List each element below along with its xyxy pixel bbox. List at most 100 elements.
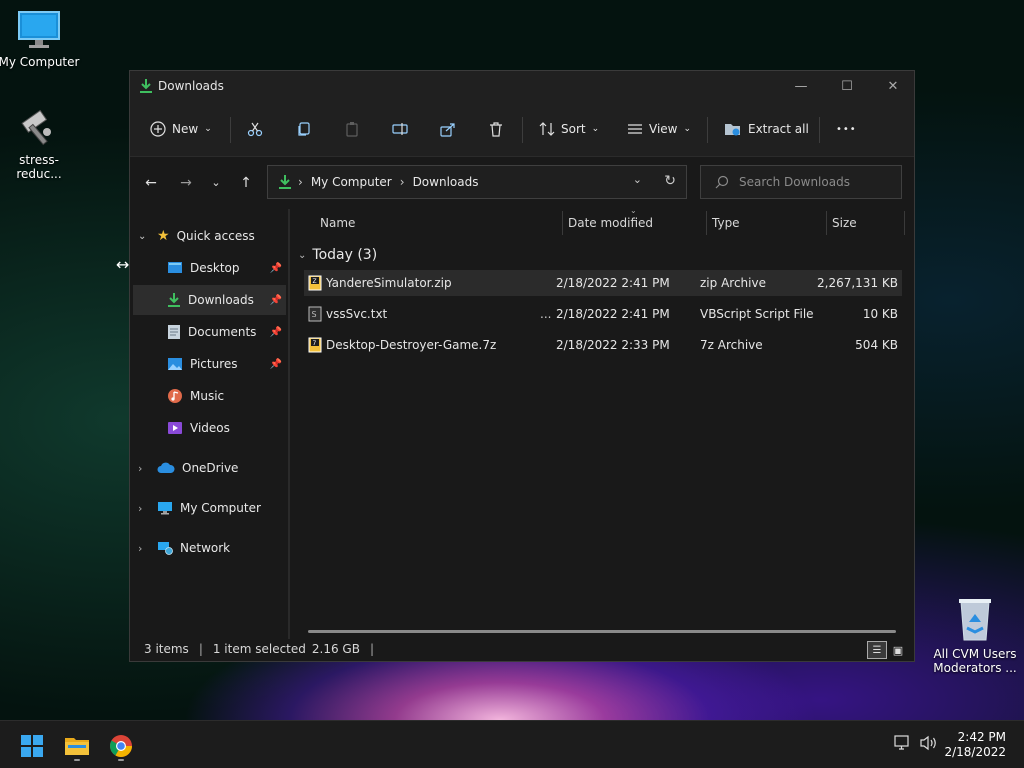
desktop-icon-stress-reducer[interactable]: stress-reduc... [0,106,81,181]
7z-file-icon: 7 [308,337,322,353]
svg-text:S: S [312,310,317,319]
file-type: VBScript Script File [700,307,814,321]
close-button[interactable]: ✕ [870,71,914,101]
nav-item-pictures[interactable]: Pictures 📌 [133,349,286,379]
copy-button[interactable] [296,114,312,144]
nav-item-label: Music [190,389,225,403]
chevron-down-icon: ⌄ [138,230,147,242]
status-bar: 3 items | 1 item selected 2.16 GB | ☰ ▣ [130,637,914,661]
clock-time: 2:42 PM [957,730,1006,744]
tiles-view-button[interactable]: ▣ [888,641,908,659]
start-button[interactable] [12,729,52,763]
column-divider[interactable] [706,211,707,235]
more-actions-icon[interactable]: ... [540,307,551,321]
pane-splitter[interactable] [288,209,290,639]
nav-item-label: Videos [190,421,230,435]
column-header-label: Date modified [568,216,654,230]
nav-item-music[interactable]: Music [133,381,286,411]
title-bar[interactable]: Downloads — ☐ ✕ [130,71,914,101]
details-view-button[interactable]: ☰ [867,641,887,659]
toolbar-separator [522,117,523,143]
recent-locations-button[interactable]: ⌄ [206,176,226,189]
videos-icon [168,422,182,434]
delete-button[interactable] [488,114,504,144]
file-list: Name Date modified ⌄ Type Size ⌄ Today (… [292,206,914,639]
view-button[interactable]: View ⌄ [627,114,691,144]
back-button[interactable]: ← [141,175,161,191]
column-divider[interactable] [904,211,905,235]
minimize-button[interactable]: — [778,71,824,101]
file-size: 10 KB [862,307,898,321]
cut-button[interactable] [247,114,263,144]
refresh-button[interactable]: ↻ [664,173,676,189]
nav-item-videos[interactable]: Videos [133,413,286,443]
status-selected: 1 item selected [212,642,306,656]
network-tray-icon[interactable] [894,735,912,753]
share-icon [440,123,455,137]
horizontal-scrollbar[interactable] [308,630,896,633]
file-name: YandereSimulator.zip [326,276,452,290]
sort-indicator-icon: ⌄ [630,206,637,215]
toolbar-separator [230,117,231,143]
navigation-pane: ⌄ ★ Quick access Desktop 📌 Downloads 📌 D… [130,209,288,639]
table-row[interactable]: S vssSvc.txt ... 2/18/2022 2:41 PM VBScr… [304,301,902,327]
paste-button[interactable] [344,114,360,144]
group-header-today[interactable]: ⌄ Today (3) [298,245,377,265]
column-divider[interactable] [562,211,563,235]
volume-tray-icon[interactable] [919,735,939,753]
nav-my-computer-label: My Computer [180,501,261,515]
file-date: 2/18/2022 2:41 PM [556,276,670,290]
address-row: ← → ⌄ ↑ › My Computer › Downloads ⌄ ↻ Se… [130,157,914,209]
nav-item-downloads[interactable]: Downloads 📌 [133,285,286,315]
nav-item-documents[interactable]: Documents 📌 [133,317,286,347]
table-row[interactable]: 7 Desktop-Destroyer-Game.7z 2/18/2022 2:… [304,332,902,358]
desktop-icon-recycle-bin[interactable]: All CVM Users Moderators ... [933,596,1017,675]
column-header-name[interactable]: Name [320,209,560,237]
nav-my-computer[interactable]: › My Computer [138,493,286,523]
column-header-type[interactable]: Type [712,209,826,237]
nav-onedrive[interactable]: › OneDrive [138,453,286,483]
new-button[interactable]: New ⌄ [150,114,212,144]
extract-all-label: Extract all [748,122,809,136]
breadcrumb-my-computer[interactable]: My Computer [311,175,392,189]
column-divider[interactable] [826,211,827,235]
sort-button[interactable]: Sort ⌄ [539,114,599,144]
taskbar-clock[interactable]: 2:42 PM 2/18/2022 [944,730,1006,760]
taskbar-file-explorer[interactable] [57,729,97,763]
pictures-icon [168,358,182,370]
more-options-button[interactable]: ••• [836,114,857,144]
hammer-icon [21,109,51,146]
running-indicator [74,759,80,761]
share-button[interactable] [440,114,456,144]
address-bar[interactable]: › My Computer › Downloads ⌄ ↻ [267,165,687,199]
up-button[interactable]: ↑ [236,175,256,191]
taskbar-chrome[interactable] [101,729,141,763]
chevron-down-icon: ⌄ [204,124,212,134]
rename-button[interactable] [392,114,408,144]
clock-date: 2/18/2022 [944,745,1006,759]
nav-network[interactable]: › Network [138,533,286,563]
maximize-button[interactable]: ☐ [824,71,870,101]
nav-item-label: Documents [188,325,257,339]
table-row[interactable]: Z YandereSimulator.zip 2/18/2022 2:41 PM… [304,270,902,296]
nav-item-desktop[interactable]: Desktop 📌 [133,253,286,283]
pin-icon: 📌 [269,358,282,370]
breadcrumb-downloads[interactable]: Downloads [413,175,479,189]
desktop-folder-icon [168,262,182,273]
search-box[interactable]: Search Downloads [700,165,902,199]
downloads-icon [279,175,291,189]
nav-item-label: Desktop [190,261,240,275]
pin-icon: 📌 [269,294,282,306]
column-header-label: Name [320,216,356,230]
forward-button[interactable]: → [176,175,196,191]
column-header-date[interactable]: Date modified ⌄ [568,206,704,237]
nav-quick-access[interactable]: ⌄ ★ Quick access [138,221,286,251]
desktop-icon-my-computer[interactable]: My Computer [0,10,81,69]
file-size: 2,267,131 KB [817,276,898,290]
recycle-bin-icon [959,599,991,641]
status-size: 2.16 GB [311,642,360,656]
extract-all-button[interactable]: Extract all [724,114,809,144]
column-header-size[interactable]: Size [832,209,902,237]
svg-text:7: 7 [313,340,317,347]
address-dropdown-button[interactable]: ⌄ [633,173,642,186]
